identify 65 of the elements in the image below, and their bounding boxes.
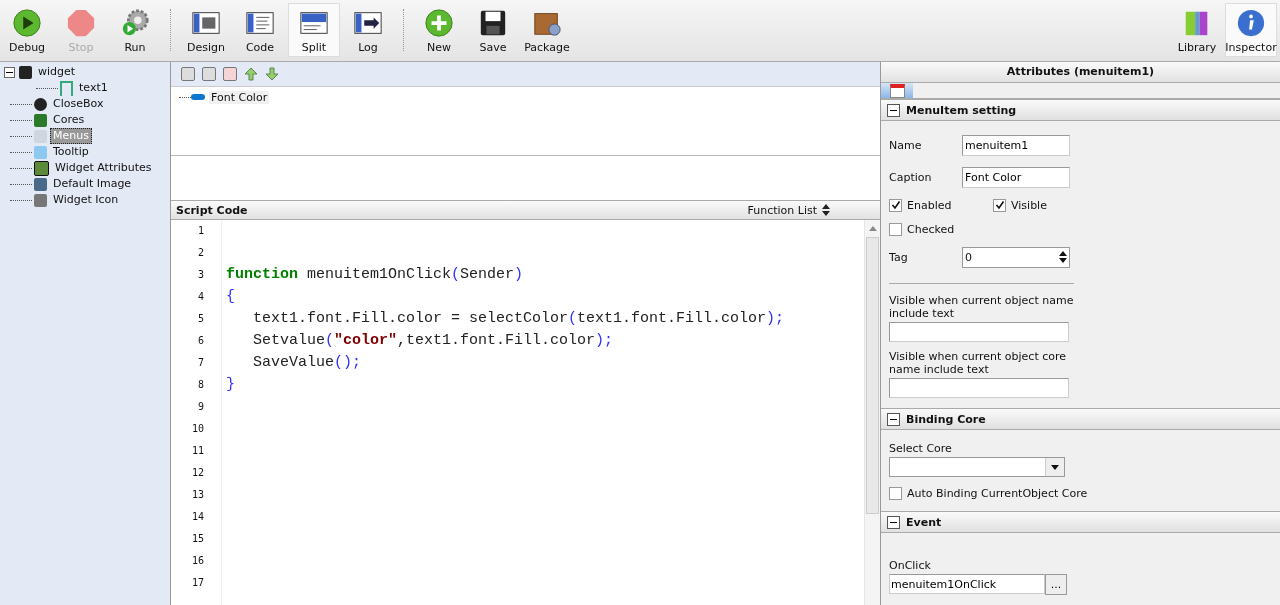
input-field[interactable]: menuitem1OnClick	[889, 574, 1045, 594]
field-label: OnClick	[889, 559, 932, 572]
tree-item[interactable]: CloseBox	[50, 96, 107, 112]
menu-item[interactable]: Font Color	[209, 90, 270, 104]
tree-item[interactable]: Cores	[50, 112, 88, 128]
line-number: 6	[196, 334, 205, 348]
code-line: SaveValue();	[252, 354, 362, 371]
number-spinner[interactable]: 0	[962, 246, 1070, 268]
tree-item[interactable]: Tooltip	[50, 144, 92, 160]
checkbox-label: Enabled	[907, 198, 952, 212]
checkbox-label: Visible	[1011, 198, 1047, 212]
field-label: Caption	[889, 170, 933, 184]
line-number: 5	[196, 312, 205, 326]
line-number: 9	[196, 400, 205, 414]
code-line: text1.font.Fill.color = selectColor(text1.font.Fill.color);	[252, 310, 785, 327]
tree-item[interactable]: widget	[35, 64, 79, 80]
input-field[interactable]: Font Color	[962, 166, 1070, 188]
function-list-dropdown[interactable]: Function List	[747, 203, 830, 217]
toolbar-button[interactable]: Package	[521, 3, 573, 57]
toolbar-button[interactable]: Inspector	[1225, 3, 1277, 57]
section-title: Binding Core	[906, 412, 986, 426]
line-number: 12	[190, 466, 205, 480]
input-field[interactable]: menuitem1	[962, 134, 1070, 156]
toolbar-button[interactable]: Save	[467, 3, 519, 57]
panel-title: Attributes (menuitem1)	[881, 62, 1280, 83]
line-number: 10	[190, 422, 205, 436]
toolbar-button[interactable]: Design	[180, 3, 232, 57]
toolbar-button[interactable]: Code	[234, 3, 286, 57]
section-title: MenuItem setting	[906, 103, 1017, 117]
browse-button[interactable]: ...	[1045, 574, 1067, 595]
line-number: 13	[190, 488, 205, 502]
code-line: {	[226, 288, 235, 305]
line-number: 4	[196, 290, 205, 304]
toolbar-button[interactable]: Run	[109, 3, 161, 57]
checkbox-label: Auto Binding CurrentObject Core	[907, 486, 1088, 500]
tree-item[interactable]: Widget Attributes	[52, 160, 155, 176]
line-number: 15	[190, 532, 205, 546]
line-number: 16	[190, 554, 205, 568]
line-number: 14	[190, 510, 205, 524]
line-number: 8	[196, 378, 205, 392]
toolbar-button[interactable]: New	[413, 3, 465, 57]
panel-title: Script Code	[176, 203, 248, 217]
code-line: function menuitem1OnClick(Sender)	[226, 266, 524, 283]
section-title: Event	[906, 515, 942, 529]
checkbox-label: Checked	[907, 222, 955, 236]
line-number: 7	[196, 356, 205, 370]
field-label: Name	[889, 138, 923, 152]
code-line: }	[226, 376, 235, 393]
code-line: Setvalue("color",text1.font.Fill.color);	[252, 332, 614, 349]
line-number: 2	[196, 246, 205, 260]
toolbar-button[interactable]: Split	[288, 3, 340, 57]
toolbar-button[interactable]: Debug	[1, 3, 53, 57]
tree-item[interactable]: text1	[76, 80, 111, 96]
line-number: 11	[190, 444, 205, 458]
toolbar-button[interactable]: Library	[1171, 3, 1223, 57]
field-label: Select Core	[889, 442, 953, 455]
field-label: Visible when current object core name include text	[889, 350, 1068, 376]
field-label: Visible when current object name include text	[889, 294, 1074, 320]
toolbar-button[interactable]: Log	[342, 3, 394, 57]
line-number: 1	[196, 224, 205, 238]
tree-item[interactable]: Default Image	[50, 176, 135, 192]
line-number: 17	[190, 576, 205, 590]
field-label: Tag	[889, 250, 909, 264]
line-number: 3	[196, 268, 205, 282]
tree-item[interactable]: Widget Icon	[50, 192, 122, 208]
